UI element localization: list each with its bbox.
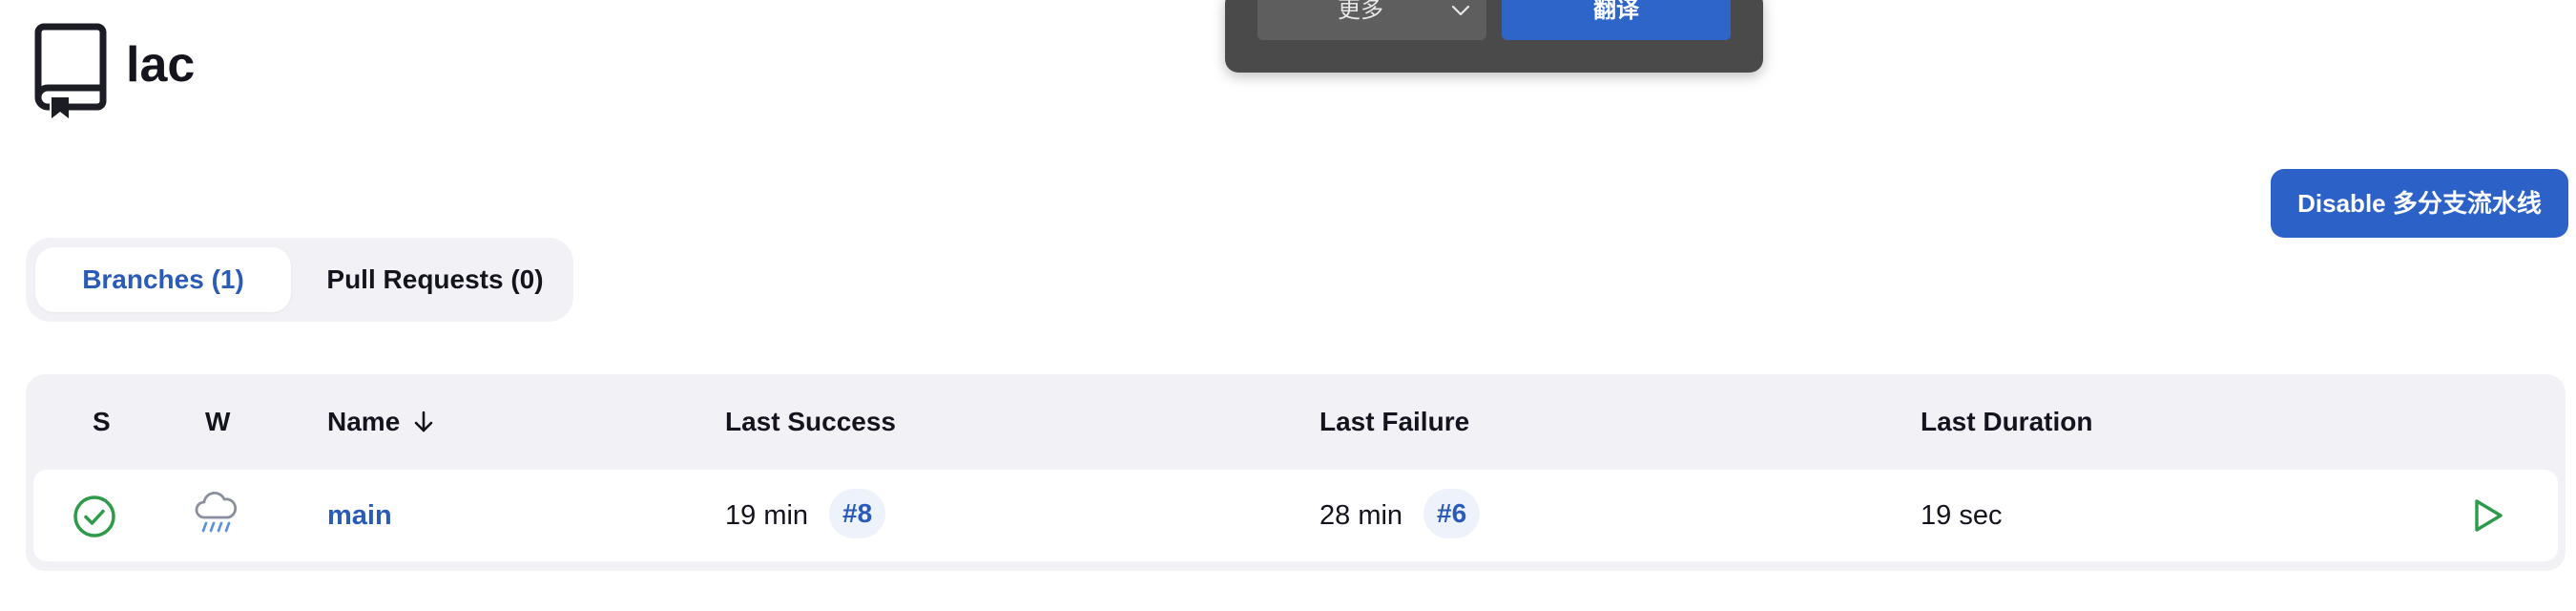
- column-header-status[interactable]: S: [93, 403, 111, 441]
- translate-popup: 更多 翻译: [1225, 0, 1763, 73]
- branch-tabs: Branches (1) Pull Requests (0): [26, 238, 573, 322]
- more-dropdown[interactable]: 更多: [1257, 0, 1486, 40]
- last-failure-build-link[interactable]: #6: [1423, 489, 1481, 539]
- repository-icon: [34, 23, 107, 118]
- table-row: main 19 min #8 28 min #6 19 sec: [33, 470, 2558, 561]
- page-title: lac: [126, 37, 196, 93]
- last-success-cell: 19 min #8: [725, 470, 886, 561]
- column-header-weather[interactable]: W: [205, 403, 230, 441]
- column-header-last-failure[interactable]: Last Failure: [1319, 403, 1469, 441]
- rain-cloud-icon: [195, 491, 238, 533]
- column-header-name[interactable]: Name: [327, 403, 436, 441]
- tab-pull-requests[interactable]: Pull Requests (0): [301, 247, 570, 312]
- column-header-last-success[interactable]: Last Success: [725, 403, 896, 441]
- success-check-icon: [73, 495, 115, 537]
- translate-button[interactable]: 翻译: [1502, 0, 1731, 40]
- branches-table: S W Name Last Success Last Failure Last …: [26, 374, 2566, 571]
- sort-descending-arrow-icon: [414, 411, 433, 432]
- disable-pipeline-button[interactable]: Disable 多分支流水线: [2271, 169, 2568, 238]
- column-header-last-duration[interactable]: Last Duration: [1921, 403, 2092, 441]
- chevron-down-icon: [1451, 5, 1470, 16]
- tab-branches[interactable]: Branches (1): [35, 247, 291, 312]
- column-header-name-label: Name: [327, 407, 401, 436]
- last-success-time: 19 min: [725, 500, 809, 531]
- last-failure-cell: 28 min #6: [1319, 470, 1481, 561]
- last-failure-time: 28 min: [1319, 500, 1403, 531]
- branch-name-link[interactable]: main: [327, 470, 392, 561]
- run-play-icon[interactable]: [2468, 496, 2506, 535]
- more-label: 更多: [1338, 0, 1383, 23]
- last-duration-cell: 19 sec: [1921, 500, 2003, 531]
- last-success-build-link[interactable]: #8: [829, 489, 886, 539]
